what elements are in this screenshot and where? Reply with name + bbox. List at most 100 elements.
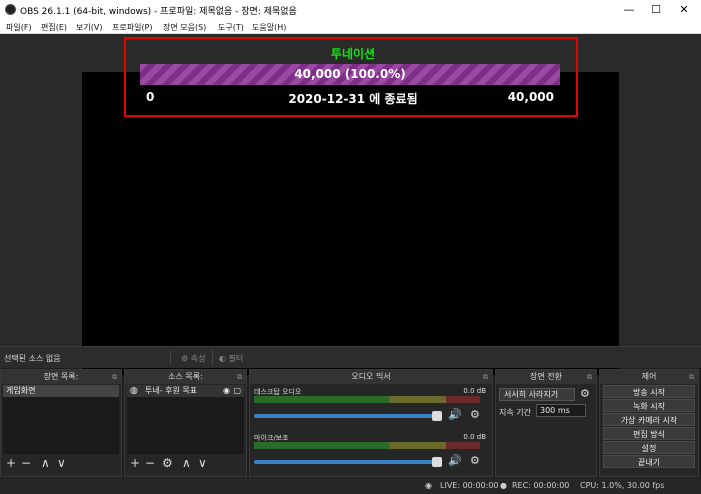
lock-icon[interactable]: ▢ [233,385,241,397]
meter-scale [254,403,480,409]
volume-slider-handle[interactable] [432,411,442,421]
move-down-icon[interactable]: ∨ [198,456,207,470]
volume-meter [254,442,480,449]
dock-float-icon[interactable]: ⧉ [587,370,592,384]
scenes-footer: + − ∧ ∨ [1,454,121,476]
dock-float-icon[interactable]: ⧉ [112,370,117,384]
menu-profile[interactable]: 프로파일(P) [112,22,153,33]
settings-button[interactable]: 설정 [603,441,695,454]
sources-header-label: 소스 목록: [168,372,203,381]
scenes-header: 장면 목록: ⧉ [1,370,121,384]
controls-header-label: 제어 [641,372,657,381]
mixer-channel-mic: 마이크/보조 0.0 dB 🔊 ⚙ [252,432,490,476]
rec-status: REC: 00:00:00 [512,481,570,490]
menu-bar: 파일(F) 편집(E) 보기(V) 프로파일(P) 장면 모음(S) 도구(T)… [0,20,701,34]
menu-help[interactable]: 도움말(H) [252,22,286,33]
speaker-icon[interactable]: 🔊 [448,408,462,421]
add-scene-icon[interactable]: + [6,456,16,470]
add-source-icon[interactable]: + [130,456,140,470]
title-bar: OBS 26.1.1 (64-bit, windows) - 프로파일: 제목없… [0,0,701,20]
sources-footer: + − ⚙ ∧ ∨ [125,454,246,476]
transitions-dock: 장면 전환 ⧉ 서서히 사라지기 ⚙ 지속 기간 300 ms [495,369,597,477]
sources-list: ◍ 투네- 후원 목표 ◉ ▢ [127,385,244,454]
sources-dock: 소스 목록: ⧉ ◍ 투네- 후원 목표 ◉ ▢ + − ⚙ ∧ ∨ [124,369,247,477]
volume-slider[interactable] [254,460,442,464]
menu-scene-collection[interactable]: 장면 모음(S) [163,22,206,33]
gear-icon[interactable]: ⚙ [580,387,590,400]
menu-file[interactable]: 파일(F) [6,22,32,33]
duration-input[interactable]: 300 ms [536,404,586,417]
filters-label: 필터 [228,354,244,363]
goal-value-text: 40,000 (100.0%) [294,67,406,81]
source-item[interactable]: ◍ 투네- 후원 목표 ◉ ▢ [127,385,244,397]
start-streaming-button[interactable]: 방송 시작 [603,385,695,398]
source-item-label: 투네- 후원 목표 [145,386,198,395]
dock-float-icon[interactable]: ⧉ [237,370,242,384]
dock-float-icon[interactable]: ⧉ [483,370,488,384]
donation-goal-widget: 투네이션 40,000 (100.0%) 0 2020-12-31 에 종료됨 … [124,37,578,117]
scene-item[interactable]: 게임화면 [3,385,119,397]
properties-label: 속성 [190,354,206,363]
sources-header: 소스 목록: ⧉ [125,370,246,384]
menu-edit[interactable]: 편집(E) [41,22,67,33]
remove-scene-icon[interactable]: − [21,456,31,470]
toolbar-divider [170,351,171,365]
move-down-icon[interactable]: ∨ [57,456,66,470]
channel-db: 0.0 dB [463,433,486,441]
transitions-header: 장면 전환 ⧉ [496,370,596,384]
mixer-channel-desktop: 데스크탑 오디오 0.0 dB 🔊 ⚙ [252,386,490,430]
preview-canvas[interactable] [82,72,619,375]
source-settings-icon[interactable]: ⚙ [162,456,173,470]
goal-max: 40,000 [507,90,554,104]
start-recording-button[interactable]: 녹화 시작 [603,399,695,412]
obs-logo-icon [5,4,16,15]
no-source-label: 선택된 소스 없음 [4,354,61,363]
minimize-button[interactable]: — [615,0,643,20]
start-virtual-camera-button[interactable]: 가상 카메라 시작 [603,413,695,426]
scenes-list: 게임화면 [3,385,119,454]
dock-float-icon[interactable]: ⧉ [689,370,694,384]
properties-button[interactable]: ⚙ 속성 [175,350,211,366]
duration-label: 지속 기간 [499,408,531,417]
gear-icon[interactable]: ⚙ [470,454,480,467]
speaker-icon[interactable]: 🔊 [448,454,462,467]
mixer-header: 오디오 믹서 ⧉ [250,370,492,384]
source-toolbar: 선택된 소스 없음 ⚙ 속성 ◐ 필터 [0,346,701,368]
menu-tools[interactable]: 도구(T) [218,22,244,33]
live-icon: ◉ [425,481,432,490]
move-up-icon[interactable]: ∧ [182,456,191,470]
volume-slider-handle[interactable] [432,457,442,467]
window-title: OBS 26.1.1 (64-bit, windows) - 프로파일: 제목없… [20,7,297,17]
controls-dock: 제어 ⧉ 방송 시작 녹화 시작 가상 카메라 시작 편집 방식 설정 끝내기 [599,369,699,477]
close-button[interactable]: ✕ [670,0,698,20]
remove-source-icon[interactable]: − [145,456,155,470]
scenes-header-label: 장면 목록: [43,372,79,381]
transition-type: 서서히 사라지기 [504,390,559,399]
menu-view[interactable]: 보기(V) [76,22,102,33]
eye-icon[interactable]: ◉ [223,385,230,397]
scenes-dock: 장면 목록: ⧉ 게임화면 + − ∧ ∨ [0,369,122,477]
exit-button[interactable]: 끝내기 [603,455,695,468]
transition-select[interactable]: 서서히 사라지기 [499,388,575,401]
rec-icon: ● [500,481,507,490]
transitions-header-label: 장면 전환 [530,372,562,381]
status-bar: ◉ LIVE: 00:00:00 ● REC: 00:00:00 CPU: 1.… [0,478,701,494]
live-status: LIVE: 00:00:00 [440,481,499,490]
mixer-header-label: 오디오 믹서 [351,372,391,381]
volume-slider[interactable] [254,414,442,418]
goal-title: 투네이션 [330,47,376,61]
volume-meter [254,396,480,403]
gear-icon[interactable]: ⚙ [470,408,480,421]
globe-icon: ◍ [130,386,138,396]
obs-window: OBS 26.1.1 (64-bit, windows) - 프로파일: 제목없… [0,0,701,494]
audio-mixer-dock: 오디오 믹서 ⧉ 데스크탑 오디오 0.0 dB 🔊 ⚙ 마이크/보조 0.0 d… [249,369,493,477]
maximize-button[interactable]: ☐ [642,0,670,20]
duration-value: 300 ms [540,406,570,415]
cpu-status: CPU: 1.0%, 30.00 fps [580,481,665,490]
meter-scale [254,449,480,455]
filters-button[interactable]: ◐ 필터 [212,350,249,366]
controls-header: 제어 ⧉ [600,370,698,384]
move-up-icon[interactable]: ∧ [41,456,50,470]
studio-mode-button[interactable]: 편집 방식 [603,427,695,440]
goal-progress-bar: 40,000 (100.0%) [140,64,560,85]
